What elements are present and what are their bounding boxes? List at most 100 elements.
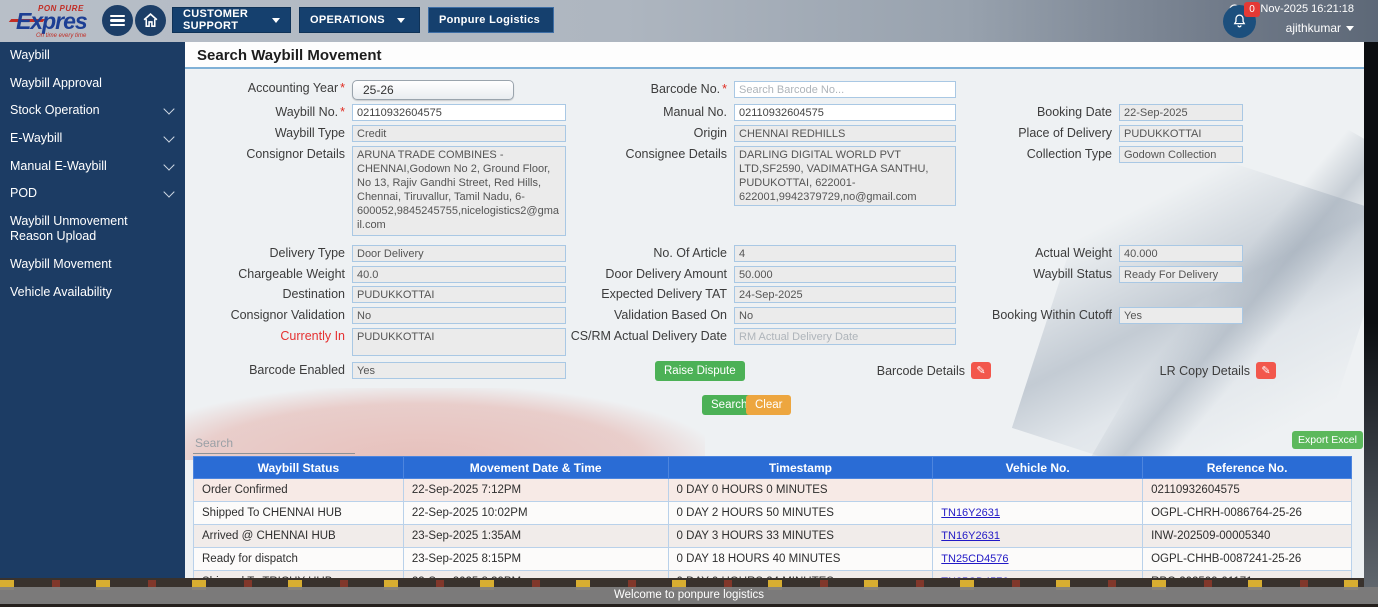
door-delivery-amount-field	[734, 266, 956, 283]
caret-down-icon	[272, 17, 280, 23]
consignee-details-label: Consignee Details	[625, 147, 727, 161]
sidebar-item-label: Waybill Movement	[10, 257, 112, 271]
cell-datetime: 22-Sep-2025 7:12PM	[402, 478, 669, 502]
right-edge-strip	[1364, 0, 1378, 587]
barcode-no-input[interactable]	[734, 81, 956, 98]
sidebar-item-stock-operation[interactable]: Stock Operation	[0, 97, 185, 125]
cell-datetime: 23-Sep-2025 8:39PM	[402, 570, 669, 578]
column-header-timestamp[interactable]: Timestamp	[667, 456, 934, 479]
sidebar-item-label: Waybill	[10, 48, 50, 62]
collection-type-field	[1119, 146, 1243, 163]
sidebar-item-waybill-movement[interactable]: Waybill Movement	[0, 251, 185, 279]
sidebar-item-manual-e-waybill[interactable]: Manual E-Waybill	[0, 153, 185, 181]
cell-status: Ready for dispatch	[193, 547, 404, 571]
consignor-validation-field	[352, 307, 566, 324]
cell-timestamp: 0 DAY 18 HOURS 40 MINUTES	[667, 547, 934, 571]
cell-status: Order Confirmed	[193, 478, 404, 502]
nav-operations-dropdown[interactable]: OPERATIONS	[299, 7, 420, 33]
footer-status-bar: Welcome to ponpure logistics	[0, 587, 1378, 604]
table-search-input[interactable]	[193, 432, 355, 454]
pon-pure-express-logo: PON PURE Expres On time every time	[8, 3, 102, 39]
expected-delivery-tat-label: Expected Delivery TAT	[601, 287, 727, 301]
cell-reference: OGPL-CHHB-0087241-25-26	[1142, 547, 1352, 571]
place-of-delivery-label: Place of Delivery	[1018, 126, 1112, 140]
sidebar-item-label: Waybill Approval	[10, 75, 102, 90]
cell-timestamp: 0 DAY 2 HOURS 50 MINUTES	[667, 501, 934, 525]
table-row: Ready for dispatch 23-Sep-2025 8:15PM 0 …	[193, 547, 1352, 571]
table-row: Order Confirmed 22-Sep-2025 7:12PM 0 DAY…	[193, 478, 1352, 502]
notification-badge: 0	[1244, 2, 1260, 17]
home-button[interactable]	[135, 5, 166, 36]
booking-date-field	[1119, 104, 1243, 121]
barcode-details-label: Barcode Details	[876, 364, 965, 378]
booking-date-label: Booking Date	[1036, 105, 1112, 119]
lr-copy-details-edit-button[interactable]: ✎	[1256, 362, 1276, 379]
waybill-type-label: Waybill Type	[274, 126, 345, 140]
table-row: Arrived @ CHENNAI HUB 23-Sep-2025 1:35AM…	[193, 524, 1352, 548]
cell-reference: RPC-202509-01171	[1142, 570, 1352, 578]
nav-operations-label: OPERATIONS	[310, 14, 385, 26]
column-header-vehicle-no[interactable]: Vehicle No.	[932, 456, 1144, 479]
page-title-band: Search Waybill Movement	[185, 42, 1364, 69]
clear-button[interactable]: Clear	[746, 395, 792, 415]
cell-status: Shipped To CHENNAI HUB	[193, 501, 404, 525]
chargeable-weight-label: Chargeable Weight	[238, 267, 345, 281]
export-excel-button[interactable]: Export Excel	[1292, 431, 1363, 449]
manual-no-input[interactable]	[734, 104, 956, 121]
sidebar-nav: Waybill Waybill Approval Stock Operation…	[0, 42, 185, 578]
sidebar-item-label: E-Waybill	[10, 130, 63, 145]
delivery-type-label: Delivery Type	[269, 246, 346, 260]
sidebar-item-e-waybill[interactable]: E-Waybill	[0, 125, 185, 153]
sidebar-item-vehicle-availability[interactable]: Vehicle Availability	[0, 279, 185, 307]
raise-dispute-button[interactable]: Raise Dispute	[655, 361, 745, 381]
column-header-waybill-status[interactable]: Waybill Status	[193, 456, 404, 479]
user-menu[interactable]: ajithkumar	[1286, 21, 1354, 35]
app-title-box: Ponpure Logistics	[428, 7, 554, 33]
validation-based-on-label: Validation Based On	[613, 308, 727, 322]
sidebar-item-waybill[interactable]: Waybill	[0, 42, 185, 70]
hamburger-menu-button[interactable]	[102, 5, 133, 36]
accounting-year-label: Accounting Year *	[247, 81, 345, 95]
sidebar-item-waybill-unmovement-reason-upload[interactable]: Waybill Unmovement Reason Upload	[0, 208, 185, 251]
sidebar-item-label: Waybill Unmovement Reason Upload	[10, 213, 128, 244]
column-header-movement-date-time[interactable]: Movement Date & Time	[402, 456, 669, 479]
sidebar-item-waybill-approval[interactable]: Waybill Approval	[0, 70, 185, 98]
cell-datetime: 23-Sep-2025 1:35AM	[402, 524, 669, 548]
column-header-reference-no[interactable]: Reference No.	[1142, 456, 1352, 479]
app-window: PON PURE Expres On time every time CUSTO…	[0, 0, 1378, 607]
logo-main-text: Expres	[16, 8, 88, 34]
waybill-no-input[interactable]	[352, 104, 566, 121]
currently-in-label: Currently In	[280, 329, 345, 343]
cell-vehicle	[932, 478, 1144, 502]
vehicle-no-link[interactable]: TN16Y2631	[941, 530, 1000, 542]
vehicle-no-link[interactable]: TN16Y2631	[941, 507, 1000, 519]
lr-copy-details-label: LR Copy Details	[1159, 364, 1250, 378]
collection-type-label: Collection Type	[1026, 147, 1112, 161]
vehicle-no-link[interactable]: TN25CD4576	[941, 553, 1008, 565]
accounting-year-select[interactable]: 25-26	[352, 80, 514, 100]
barcode-details-edit-button[interactable]: ✎	[971, 362, 991, 379]
destination-label: Destination	[282, 287, 345, 301]
consignor-validation-label: Consignor Validation	[230, 308, 345, 322]
cell-timestamp: 0 DAY 0 HOURS 24 MINUTES	[667, 570, 934, 578]
origin-label: Origin	[693, 126, 727, 140]
booking-within-cutoff-field	[1119, 307, 1243, 324]
cell-datetime: 22-Sep-2025 10:02PM	[402, 501, 669, 525]
door-delivery-amount-label: Door Delivery Amount	[605, 267, 727, 281]
cs-rm-actual-delivery-date-field	[734, 328, 956, 345]
cs-rm-actual-delivery-date-label: CS/RM Actual Delivery Date	[570, 329, 727, 343]
actual-weight-field	[1119, 245, 1243, 262]
notification-bell-button[interactable]: 0	[1223, 2, 1260, 38]
hamburger-icon	[110, 13, 125, 29]
manual-no-label: Manual No.	[663, 105, 727, 119]
origin-field	[734, 125, 956, 142]
nav-customer-support-dropdown[interactable]: CUSTOMER SUPPORT	[172, 7, 291, 33]
cell-datetime: 23-Sep-2025 8:15PM	[402, 547, 669, 571]
sidebar-item-pod[interactable]: POD	[0, 180, 185, 208]
edit-icon: ✎	[976, 364, 986, 377]
consignee-details-textarea: DARLING DIGITAL WORLD PVT LTD,SF2590, VA…	[734, 146, 956, 206]
actual-weight-label: Actual Weight	[1035, 246, 1112, 260]
cell-status: Arrived @ CHENNAI HUB	[193, 524, 404, 548]
table-row: Shipped To CHENNAI HUB 22-Sep-2025 10:02…	[193, 501, 1352, 525]
datetime-text: 12-Nov-2025 16:21:18	[1244, 3, 1354, 15]
